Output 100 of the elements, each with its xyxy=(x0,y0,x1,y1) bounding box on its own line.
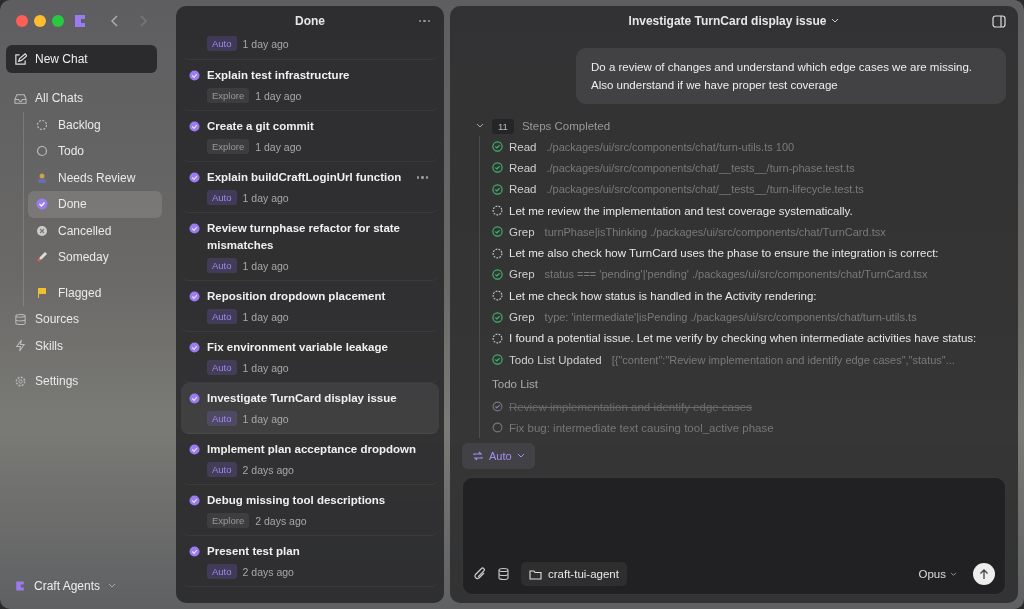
check-circle-icon xyxy=(492,226,503,238)
mode-tag: Auto xyxy=(207,564,237,579)
chat-list-item[interactable]: Review turnphase refactor for state mismatches Auto 1 day ago xyxy=(181,213,439,281)
sidebar-item[interactable]: Someday xyxy=(28,244,162,271)
circle-icon xyxy=(36,145,48,158)
check-circle-icon xyxy=(492,183,503,195)
sidebar-item[interactable]: Backlog xyxy=(28,111,162,138)
tool-detail: ./packages/ui/src/components/chat/turn-utils.ts 100 xyxy=(546,140,795,153)
chat-list-item[interactable]: Explain buildCraftLoginUrl function Auto 1 day ago xyxy=(181,162,439,213)
sidebar-item[interactable]: Done xyxy=(28,191,162,218)
steps-toggle[interactable]: 11 Steps Completed xyxy=(476,116,1006,136)
mode-tag: Auto xyxy=(207,309,237,324)
database-icon xyxy=(14,312,27,326)
check-circle-icon xyxy=(189,223,200,234)
circle-icon xyxy=(36,118,48,131)
tool-name: Read xyxy=(509,183,537,196)
chat-title[interactable]: Investigate TurnCard display issue xyxy=(628,14,840,28)
chat-list-item[interactable]: Debug missing tool descriptions Explore 2 days ago xyxy=(181,485,439,536)
tool-name: Todo List Updated xyxy=(509,353,602,366)
mode-tag: Auto xyxy=(207,258,237,273)
chat-title: Explain test infrastructure xyxy=(207,68,351,83)
mode-dropdown[interactable]: Auto xyxy=(462,443,535,469)
check-circle-icon xyxy=(189,172,200,183)
check-circle-icon xyxy=(189,342,200,353)
settings-icon xyxy=(14,374,27,388)
tool-name: Grep xyxy=(509,225,535,238)
check-circle-icon xyxy=(492,354,503,366)
mode-tag: Explore xyxy=(207,513,250,528)
rocket-icon xyxy=(36,251,48,264)
arrow-up-icon xyxy=(979,568,989,580)
send-button[interactable] xyxy=(973,563,995,585)
folder-button[interactable]: craft-tui-agent xyxy=(521,562,627,586)
chat-list-item[interactable]: Auto 1 day ago xyxy=(181,36,439,60)
tool-name: Grep xyxy=(509,268,535,281)
sidebar-item[interactable]: Flagged xyxy=(28,279,162,306)
circle-icon xyxy=(36,224,48,237)
sidebar-item[interactable]: Sources xyxy=(6,306,157,333)
sidebar-item[interactable]: Todo xyxy=(28,138,162,165)
sidebar-toggle-icon[interactable] xyxy=(992,14,1006,28)
check-circle-icon xyxy=(189,444,200,455)
timestamp: 1 day ago xyxy=(255,89,302,102)
chat-list-item[interactable]: Implement plan acceptance dropdown Auto 2 days ago xyxy=(181,434,439,485)
model-dropdown[interactable]: Opus xyxy=(912,567,963,581)
person-icon xyxy=(36,171,48,184)
mode-tag: Auto xyxy=(207,411,237,426)
chat-title: Implement plan acceptance dropdown xyxy=(207,442,417,457)
tool-detail: ./packages/ui/src/components/chat/__tests__/turn-phase.test.ts xyxy=(546,161,855,174)
workspace-switcher[interactable]: Craft Agents xyxy=(6,579,170,603)
new-chat-button[interactable]: New Chat xyxy=(6,45,157,73)
mode-tag: Explore xyxy=(207,139,250,154)
chat-list-item[interactable]: Fix environment variable leakage Auto 1 day ago xyxy=(181,332,439,383)
close-icon[interactable] xyxy=(16,15,28,27)
tool-detail: status === 'pending'|'pending' ./packages/ui/src/components/chat/TurnCard.tsx xyxy=(544,268,928,281)
check-circle-icon xyxy=(189,291,200,302)
timestamp: 2 days ago xyxy=(255,514,307,527)
timestamp: 1 day ago xyxy=(242,259,289,272)
caret-icon xyxy=(950,571,957,577)
tool-detail: turnPhase|isThinking ./packages/ui/src/components/chat/TurnCard.tsx xyxy=(544,225,886,238)
chat-title: Present test plan xyxy=(207,544,301,559)
chat-list-item[interactable]: Create a git commit Explore 1 day ago xyxy=(181,111,439,162)
sidebar-item[interactable]: Needs Review xyxy=(28,164,162,191)
inbox-icon xyxy=(14,91,27,105)
sidebar-item[interactable]: All Chats xyxy=(6,85,157,112)
lightning-icon xyxy=(14,339,27,353)
check-circle-icon xyxy=(189,70,200,81)
caret-icon xyxy=(516,453,525,459)
sidebar-item[interactable]: Cancelled xyxy=(28,217,162,244)
sidebar-item[interactable]: Skills xyxy=(6,332,157,359)
check-circle-icon xyxy=(492,311,503,323)
caret-icon xyxy=(108,583,117,589)
minimize-icon[interactable] xyxy=(34,15,46,27)
sidebar-item[interactable]: Settings xyxy=(6,368,157,395)
list-title: Done xyxy=(295,14,325,28)
flag-icon xyxy=(36,286,48,299)
timestamp: 1 day ago xyxy=(242,361,289,374)
chat-title: Review turnphase refactor for state mismatches xyxy=(207,221,401,253)
database-icon[interactable] xyxy=(497,567,511,581)
chat-list-item[interactable]: Explain test infrastructure Explore 1 day ago xyxy=(181,60,439,111)
paperclip-icon[interactable] xyxy=(473,567,487,581)
tool-name: Grep xyxy=(509,311,535,323)
chat-list-item[interactable]: Reposition dropdown placement Auto 1 day ago xyxy=(181,281,439,332)
chat-title: Explain buildCraftLoginUrl function xyxy=(207,170,403,185)
mode-tag: Auto xyxy=(207,36,237,51)
mode-tag: Auto xyxy=(207,462,237,477)
caret-icon xyxy=(831,18,840,24)
chat-title: Create a git commit xyxy=(207,119,315,134)
timestamp: 2 days ago xyxy=(242,463,294,476)
chat-list-item[interactable]: Present test plan Auto 2 days ago xyxy=(181,536,439,587)
chat-list-item[interactable]: Investigate TurnCard display issue Auto 1 day ago xyxy=(181,383,439,434)
thought-text: I found a potential issue. Let me verify by checking when intermediate activities have status: xyxy=(509,332,977,345)
maximize-icon[interactable] xyxy=(52,15,64,27)
thought-text: Let me also check how TurnCard uses the phase to ensure the integration is correct: xyxy=(509,247,939,260)
check-circle-icon xyxy=(492,162,503,174)
back-icon[interactable] xyxy=(110,14,120,28)
thought-text: Let me check how status is handled in the Activity rendering: xyxy=(509,289,817,302)
check-circle-icon xyxy=(36,198,48,211)
caret-icon xyxy=(476,123,484,129)
tool-detail: ./packages/ui/src/components/chat/__tests__/turn-lifecycle.test.ts xyxy=(546,183,864,196)
dashed-circle-icon xyxy=(492,332,503,344)
steps-label: Steps Completed xyxy=(521,120,611,132)
